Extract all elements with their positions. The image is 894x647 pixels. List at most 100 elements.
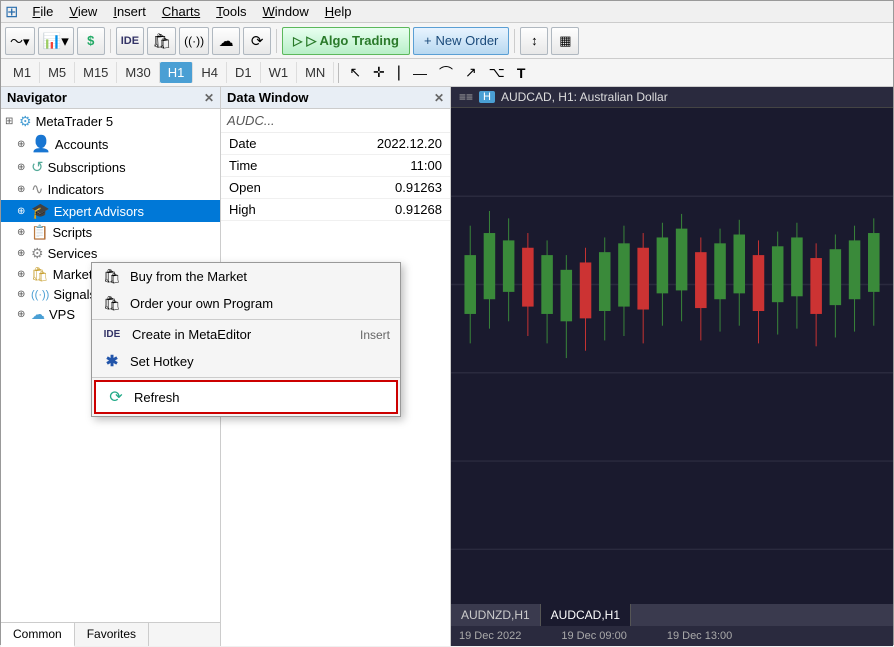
- chart-time3: 19 Dec 13:00: [667, 630, 732, 642]
- tf-m15[interactable]: M15: [75, 62, 117, 83]
- nav-services[interactable]: ⊕ ⚙ Services: [1, 243, 220, 264]
- refresh-button[interactable]: ⟳: [243, 27, 271, 55]
- ide-icon: IDE: [102, 329, 122, 340]
- tf-w1[interactable]: W1: [261, 62, 298, 83]
- menu-view[interactable]: View: [61, 2, 105, 21]
- chart-type-button[interactable]: 📊▾: [38, 27, 74, 55]
- trendline-tool[interactable]: ⌒: [433, 60, 459, 86]
- candlestick-chart: [451, 108, 893, 646]
- data-window-symbol: AUDC...: [221, 109, 450, 133]
- dw-value-open: 0.91263: [306, 177, 450, 199]
- nav-subscriptions[interactable]: ⊕ ↺ Subscriptions: [1, 156, 220, 178]
- line-chart-button[interactable]: 〜▾: [5, 27, 35, 55]
- tf-m5[interactable]: M5: [40, 62, 75, 83]
- horizontal-line-tool[interactable]: —: [407, 62, 433, 84]
- ctx-refresh-label: Refresh: [134, 390, 386, 405]
- arrow-tool[interactable]: ↗: [459, 61, 483, 84]
- menu-charts[interactable]: Charts: [154, 2, 208, 21]
- nav-market-label: Market: [53, 267, 93, 282]
- tf-m1[interactable]: M1: [5, 62, 40, 83]
- dw-label-high: High: [221, 199, 306, 221]
- toolbar-sep2: [276, 29, 277, 53]
- ctx-order-program-label: Order your own Program: [130, 296, 390, 311]
- tf-h1[interactable]: H1: [160, 62, 194, 83]
- dw-label-time: Time: [221, 155, 306, 177]
- crosshair-tool[interactable]: ✛: [367, 61, 391, 84]
- nav-expert-advisors[interactable]: ⊕ 🎓 Expert Advisors: [1, 200, 220, 222]
- chart-area[interactable]: ≡≡ H AUDCAD, H1: Australian Dollar: [451, 87, 893, 646]
- dw-value-time: 11:00: [306, 155, 450, 177]
- ide-button[interactable]: IDE: [116, 27, 144, 55]
- vertical-line-tool[interactable]: |: [391, 61, 407, 85]
- ctx-create-ide-label: Create in MetaEditor: [132, 327, 352, 342]
- expand-icon: ⊕: [17, 309, 29, 320]
- tab-common[interactable]: Common: [1, 623, 75, 647]
- cursor-tool[interactable]: ↖: [343, 61, 367, 84]
- menu-insert[interactable]: Insert: [105, 2, 154, 21]
- navigator-title: Navigator: [7, 90, 67, 105]
- chart-header: ≡≡ H AUDCAD, H1: Australian Dollar: [451, 87, 893, 108]
- nav-metatrader5[interactable]: ⊞ ⚙ MetaTrader 5: [1, 111, 220, 132]
- menu-bar: ⊞ File View Insert Charts Tools Window H…: [1, 1, 893, 23]
- ctx-set-hotkey[interactable]: ✱ Set Hotkey: [92, 347, 400, 375]
- market-button[interactable]: 🛍: [147, 27, 176, 55]
- cloud-button[interactable]: ☁: [212, 27, 240, 55]
- toolbar: 〜▾ 📊▾ $ IDE 🛍 ((·)) ☁ ⟳ ▷ ▷ Algo Trading…: [1, 23, 893, 59]
- tf-d1[interactable]: D1: [227, 62, 261, 83]
- navigator-panel: Navigator ✕ ⊞ ⚙ MetaTrader 5 ⊕ 👤 Account…: [1, 87, 221, 646]
- navigator-close[interactable]: ✕: [204, 91, 214, 105]
- plus-icon: +: [424, 33, 432, 48]
- signal-button[interactable]: ((·)): [179, 27, 209, 55]
- buy-market-icon: 🛍: [102, 268, 122, 285]
- menu-tools[interactable]: Tools: [208, 2, 254, 21]
- indicators-icon: ∿: [31, 180, 44, 198]
- fib-tool[interactable]: ⌥: [483, 61, 511, 84]
- nav-scripts-label: Scripts: [52, 225, 92, 240]
- nav-scripts[interactable]: ⊕ 📋 Scripts: [1, 222, 220, 243]
- sort-button[interactable]: ↕: [520, 27, 548, 55]
- expert-advisors-icon: 🎓: [31, 202, 50, 220]
- ctx-refresh[interactable]: ⟳ Refresh: [94, 380, 398, 414]
- dw-label-open: Open: [221, 177, 306, 199]
- menu-help[interactable]: Help: [317, 2, 360, 21]
- timeframe-bar: M1 M5 M15 M30 H1 H4 D1 W1 MN ↖ ✛ | — ⌒ ↗…: [1, 59, 893, 87]
- data-window-table: Date 2022.12.20 Time 11:00 Open 0.91263 …: [221, 133, 450, 221]
- dw-row-date: Date 2022.12.20: [221, 133, 450, 155]
- dw-row-high: High 0.91268: [221, 199, 450, 221]
- algo-trading-button[interactable]: ▷ ▷ Algo Trading: [282, 27, 410, 55]
- new-order-button[interactable]: + New Order: [413, 27, 509, 55]
- expand-icon: ⊕: [17, 162, 29, 173]
- play-icon: ▷: [293, 34, 302, 48]
- dollar-button[interactable]: $: [77, 27, 105, 55]
- nav-accounts[interactable]: ⊕ 👤 Accounts: [1, 132, 220, 156]
- scripts-icon: 📋: [31, 224, 48, 241]
- expand-icon: ⊕: [17, 139, 29, 150]
- chart-tab-audnzd[interactable]: AUDNZD,H1: [451, 604, 541, 626]
- ctx-order-program[interactable]: 🛍 Order your own Program: [92, 290, 400, 317]
- ctx-create-ide[interactable]: IDE Create in MetaEditor Insert: [92, 322, 400, 347]
- nav-vps-label: VPS: [49, 307, 75, 322]
- expand-icon: ⊕: [17, 206, 29, 217]
- metatrader-icon: ⚙: [19, 113, 32, 130]
- nav-accounts-label: Accounts: [55, 137, 108, 152]
- app-logo: ⊞: [5, 2, 18, 22]
- signals-icon: ((·)): [31, 289, 49, 301]
- tab-favorites[interactable]: Favorites: [75, 623, 149, 646]
- data-window-close[interactable]: ✕: [434, 91, 444, 105]
- ctx-sep1: [92, 319, 400, 320]
- main-area: Navigator ✕ ⊞ ⚙ MetaTrader 5 ⊕ 👤 Account…: [1, 87, 893, 646]
- text-tool[interactable]: T: [511, 62, 532, 84]
- ctx-buy-market[interactable]: 🛍 Buy from the Market: [92, 263, 400, 290]
- tf-m30[interactable]: M30: [117, 62, 159, 83]
- chart-icon-button[interactable]: ▦: [551, 27, 579, 55]
- tf-mn[interactable]: MN: [297, 62, 334, 83]
- expand-icon: ⊕: [17, 289, 29, 300]
- menu-file[interactable]: File: [24, 2, 61, 21]
- menu-window[interactable]: Window: [255, 2, 317, 21]
- chart-tabs: AUDNZD,H1 AUDCAD,H1: [451, 604, 893, 626]
- chart-tab-audcad[interactable]: AUDCAD,H1: [541, 604, 631, 626]
- nav-indicators[interactable]: ⊕ ∿ Indicators: [1, 178, 220, 200]
- tf-h4[interactable]: H4: [193, 62, 227, 83]
- timebar-sep: [338, 63, 339, 83]
- navigator-header: Navigator ✕: [1, 87, 220, 109]
